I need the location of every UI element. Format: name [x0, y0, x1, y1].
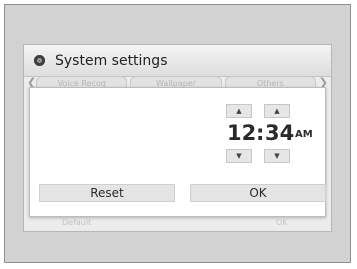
am-pm-indicator[interactable]: AM: [295, 128, 313, 142]
hour-down-button[interactable]: ▼: [226, 149, 252, 163]
reset-button[interactable]: Reset: [39, 184, 175, 202]
footer-ok-button[interactable]: OK: [276, 217, 288, 229]
settings-screen: System settings ❮ ❯ Voice Recog Wallpape…: [23, 44, 332, 232]
minute-value: 34: [265, 121, 295, 145]
page-title: System settings: [55, 53, 168, 69]
gear-icon: [34, 55, 45, 66]
minute-down-button[interactable]: ▼: [264, 149, 290, 163]
clock-adjust-dialog: ▲ ▲ 12 : 34 AM ▼ ▼ Reset OK: [29, 87, 326, 217]
ok-button[interactable]: OK: [190, 184, 326, 202]
hour-up-button[interactable]: ▲: [226, 104, 252, 118]
default-button[interactable]: Default: [62, 217, 91, 229]
title-bar: System settings: [24, 45, 331, 77]
minute-up-button[interactable]: ▲: [264, 104, 290, 118]
time-separator: :: [256, 121, 265, 145]
hour-value: 12: [227, 121, 257, 145]
